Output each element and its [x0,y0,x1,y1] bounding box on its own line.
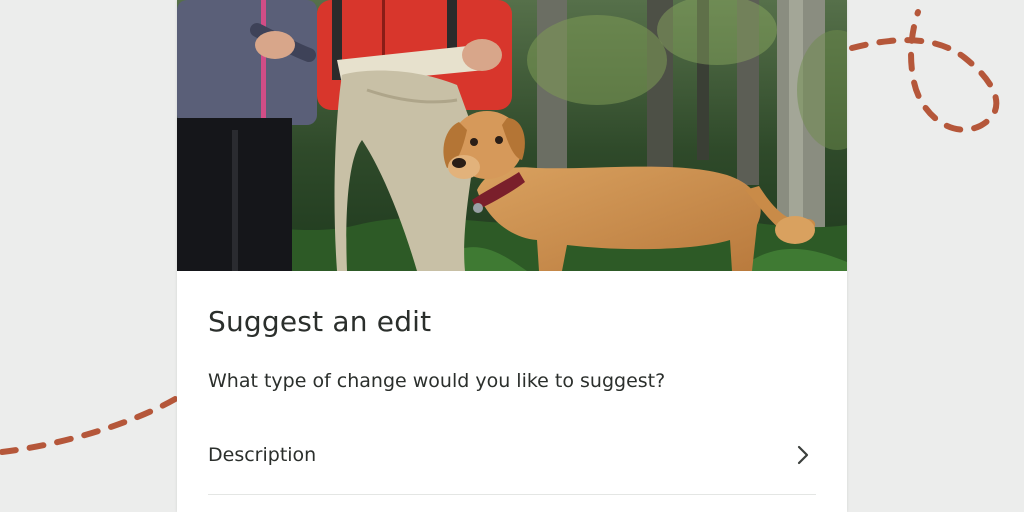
dialog-title: Suggest an edit [208,305,432,338]
change-type-question: What type of change would you like to su… [208,370,666,392]
option-description[interactable]: Description [208,424,816,495]
chevron-right-icon [797,445,809,465]
option-description-label: Description [208,444,317,466]
suggest-edit-card: Suggest an edit What type of change woul… [177,0,847,512]
hikers-with-dog-photo [177,0,847,271]
page: Suggest an edit What type of change woul… [0,0,1024,512]
